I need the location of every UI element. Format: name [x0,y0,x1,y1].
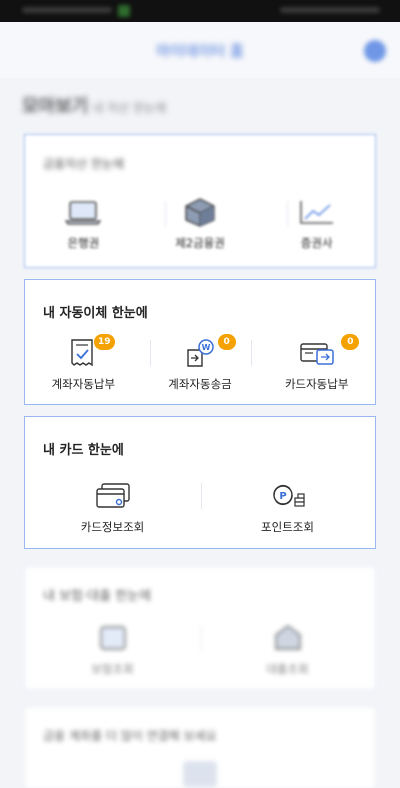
menu-loan[interactable]: 대출조회 [200,623,375,677]
assets-card: 금융자산 한눈에 은행권 제2금융권 증권사 [24,134,376,268]
autotransfer-card: 내 자동이체 한눈에 계좌자동납부 19 W 계좌자동송금 0 카드자동납부 0 [24,279,376,405]
card-divider [201,483,202,509]
svg-text:W: W [202,343,211,352]
bank-laptop-icon [63,197,103,227]
card-card-title: 내 카드 한눈에 [43,443,124,458]
menu-securities-label: 증권사 [300,236,333,250]
cube-icon [180,197,220,227]
assets-divider-1 [165,201,166,227]
bottom-card-icon [183,761,217,787]
insurance-icon [93,623,133,653]
stock-chart-icon [297,197,337,227]
autotransfer-divider-2 [251,340,252,366]
loan-icon [268,623,308,653]
svg-text:P: P [279,491,286,502]
hamburger-menu-icon[interactable] [364,40,386,62]
page-heading-text: 모아보기 [22,96,89,117]
menu-securities[interactable]: 증권사 [258,197,375,251]
menu-second-finance[interactable]: 제2금융권 [142,197,259,251]
credit-card-icon [93,481,133,511]
status-system-icons [280,7,380,13]
status-bar [0,0,400,22]
menu-account-autotransfer[interactable]: W 계좌자동송금 0 [142,334,259,392]
menu-bank-label: 은행권 [67,236,100,250]
insurance-divider [201,625,202,651]
autotransfer-card-title: 내 자동이체 한눈에 [43,306,148,321]
menu-loan-label: 대출조회 [266,662,309,676]
bottom-card: 금융 계좌를 더 많이 연결해 보세요 [24,706,376,788]
menu-point-label: 포인트조회 [261,520,314,534]
status-time [22,7,112,13]
menu-account-autopay-label: 계좌자동납부 [51,377,116,391]
account-autotransfer-badge: 0 [217,334,236,350]
menu-account-autopay[interactable]: 계좌자동납부 19 [25,334,142,392]
assets-divider-2 [287,201,288,227]
menu-card-info-label: 카드정보조회 [80,520,145,534]
header-title: 마이데이터 홈 [156,42,244,60]
autotransfer-divider-1 [150,340,151,366]
menu-card-autopay[interactable]: 카드자동납부 0 [258,334,375,392]
bottom-card-title: 금융 계좌를 더 많이 연결해 보세요 [43,729,217,743]
page-heading: 모아보기 내 자산 한눈에 [22,92,166,118]
menu-insurance-label: 보험조회 [91,662,134,676]
menu-second-finance-label: 제2금융권 [175,236,225,250]
card-card: 내 카드 한눈에 카드정보조회 P 포인트조회 [24,416,376,549]
menu-card-info[interactable]: 카드정보조회 [25,481,200,535]
point-coins-icon: P [268,481,308,511]
menu-bank[interactable]: 은행권 [25,197,142,251]
page-heading-sub: 내 자산 한눈에 [92,101,167,115]
card-autopay-badge: 0 [341,334,360,350]
menu-insurance[interactable]: 보험조회 [25,623,200,677]
menu-account-autotransfer-label: 계좌자동송금 [168,377,232,391]
insurance-card: 내 보험·대출 한눈에 보험조회 대출조회 [24,566,376,690]
account-autopay-badge: 19 [94,334,115,350]
menu-point[interactable]: P 포인트조회 [200,481,375,535]
app-header: 마이데이터 홈 [0,22,400,78]
status-notification-icon [118,5,130,17]
menu-card-autopay-label: 카드자동납부 [284,377,349,391]
assets-card-title: 금융자산 한눈에 [43,157,125,171]
card-transfer-icon [297,338,337,368]
won-transfer-icon: W [180,338,220,368]
insurance-card-title: 내 보험·대출 한눈에 [43,589,152,604]
